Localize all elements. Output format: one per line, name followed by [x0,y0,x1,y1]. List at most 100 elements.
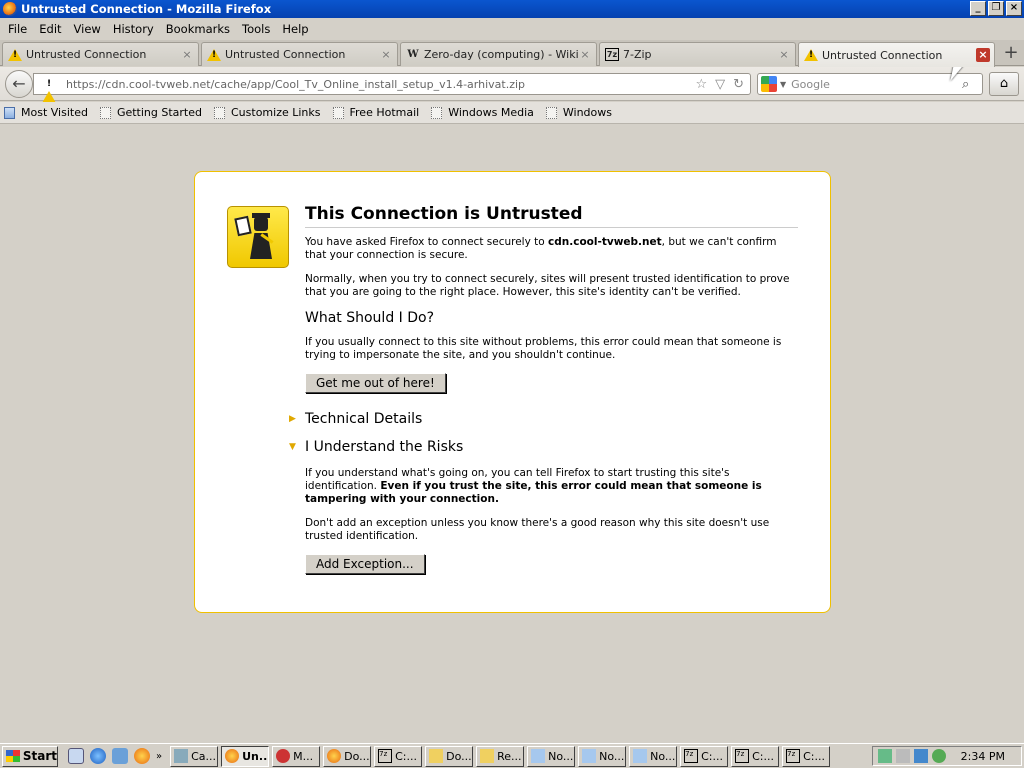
notepad-icon [582,749,597,763]
close-window-button[interactable]: × [1006,1,1022,16]
search-engine-dropdown-icon[interactable]: ▼ [780,80,786,89]
error-main: This Connection is Untrusted You have as… [289,204,798,584]
volume-icon[interactable] [896,749,910,763]
search-icon[interactable]: ⌕ [962,77,982,92]
bookmark-getting-started[interactable]: Getting Started [99,106,202,119]
tab-close-icon[interactable]: × [379,48,393,62]
taskbar-button[interactable]: 7z C:... [374,745,423,767]
bookmark-windows[interactable]: Windows [545,106,612,119]
notepad-icon [531,749,546,763]
start-button[interactable]: Start [2,745,58,767]
taskbar: Start » Ca... Un... M... Do... 7z C:... D… [0,743,1024,768]
taskbar-button[interactable]: No... [629,745,678,767]
bookmark-label: Customize Links [231,106,321,119]
url-text[interactable]: https://cdn.cool-tvweb.net/cache/app/Coo… [62,78,695,91]
tab-wikipedia[interactable]: W Zero-day (computing) - Wikipe... × [400,42,597,66]
taskbar-button[interactable]: Re... [476,745,525,767]
tab-untrusted-1[interactable]: Untrusted Connection × [2,42,199,66]
firefox-icon[interactable] [134,748,150,764]
taskbar-button[interactable]: No... [578,745,627,767]
tab-close-icon[interactable]: × [777,48,791,62]
menu-history[interactable]: History [107,22,160,36]
bookmark-customize-links[interactable]: Customize Links [214,106,321,119]
minimize-button[interactable]: _ [970,1,986,16]
host-name: cdn.cool-tvweb.net [548,236,662,248]
7zip-icon: 7z [378,749,393,763]
taskbar-button[interactable]: No... [527,745,576,767]
outlook-icon[interactable] [112,748,128,764]
more-icon[interactable]: » [156,751,162,762]
menu-help[interactable]: Help [276,22,314,36]
bookmark-windows-media[interactable]: Windows Media [431,106,534,119]
tab-7zip[interactable]: 7z 7-Zip × [599,42,796,66]
menu-tools[interactable]: Tools [236,22,276,36]
7zip-icon: 7z [786,749,801,763]
menu-view[interactable]: View [68,22,107,36]
search-bar[interactable]: ▼ Google ⌕ [757,73,983,95]
what-should-i-do-heading: What Should I Do? [305,310,435,326]
window-controls: _ ❐ × [970,1,1022,16]
page-content: This Connection is Untrusted You have as… [0,125,1024,743]
tab-close-icon[interactable]: × [180,48,194,62]
tab-label: Zero-day (computing) - Wikipe... [424,48,578,61]
internet-explorer-icon[interactable] [90,748,106,764]
warning-icon [804,49,818,62]
taskbar-button-active[interactable]: Un... [221,745,270,767]
exception-warning-text: Don't add an exception unless you know t… [305,517,770,542]
tab-label: Untrusted Connection [822,48,943,62]
tab-close-icon[interactable]: × [976,48,990,62]
menu-file[interactable]: File [2,22,33,36]
technical-details-toggle[interactable]: ▶ Technical Details [289,411,798,427]
collapse-arrow-icon: ▼ [289,442,296,452]
new-tab-button[interactable]: + [1000,43,1022,65]
star-icon[interactable]: ☆ [695,77,707,92]
add-exception-button[interactable]: Add Exception... [305,554,425,574]
taskbar-button[interactable]: M... [272,745,321,767]
globe-icon[interactable] [932,749,946,763]
page-icon [431,106,443,119]
network-icon[interactable] [878,749,892,763]
tab-close-icon[interactable]: × [578,48,592,62]
bookmarks-toolbar: Most Visited Getting Started Customize L… [0,102,1024,124]
taskbar-button[interactable]: Do... [323,745,372,767]
get-me-out-button[interactable]: Get me out of here! [305,373,446,393]
home-button[interactable]: ⌂ [989,72,1019,96]
bookmark-label: Getting Started [116,106,202,119]
clock[interactable]: 2:34 PM [961,750,1005,763]
tab-untrusted-2[interactable]: Untrusted Connection × [201,42,398,66]
back-button[interactable]: ← [5,70,33,98]
search-input[interactable]: Google [791,78,962,91]
folder-icon [480,749,495,763]
bookmark-label: Windows Media [448,106,534,119]
security-officer-icon [227,206,289,268]
display-icon[interactable] [914,749,928,763]
wikipedia-icon: W [407,49,419,60]
notepad-icon [633,749,648,763]
explanation-text: Normally, when you try to connect secure… [305,273,790,298]
bookmark-free-hotmail[interactable]: Free Hotmail [332,106,419,119]
tab-untrusted-active[interactable]: Untrusted Connection × [798,42,995,67]
taskbar-button[interactable]: 7z C:... [680,745,729,767]
bookmark-most-visited[interactable]: Most Visited [4,106,88,119]
tab-label: Untrusted Connection [225,48,346,61]
chevron-down-icon[interactable]: ▽ [715,77,725,92]
taskbar-button[interactable]: Ca... [170,745,219,767]
page-icon [545,106,557,119]
bookmark-label: Windows [562,106,612,119]
menu-bookmarks[interactable]: Bookmarks [160,22,236,36]
taskbar-button[interactable]: 7z C:... [782,745,831,767]
menu-edit[interactable]: Edit [33,22,67,36]
taskbar-button[interactable]: 7z C:... [731,745,780,767]
restore-button[interactable]: ❐ [988,1,1004,16]
intro-text: You have asked Firefox to connect secure… [305,236,777,261]
firefox-icon [225,749,240,763]
tab-label: 7-Zip [623,48,652,61]
expand-arrow-icon: ▶ [289,414,296,424]
understand-risks-toggle[interactable]: ▼ I Understand the Risks [289,439,798,455]
google-icon[interactable] [761,76,777,92]
7zip-icon: 7z [605,48,619,61]
show-desktop-icon[interactable] [68,748,84,764]
url-bar[interactable]: https://cdn.cool-tvweb.net/cache/app/Coo… [33,73,751,103]
taskbar-button[interactable]: Do... [425,745,474,767]
reload-icon[interactable]: ↻ [733,77,744,92]
